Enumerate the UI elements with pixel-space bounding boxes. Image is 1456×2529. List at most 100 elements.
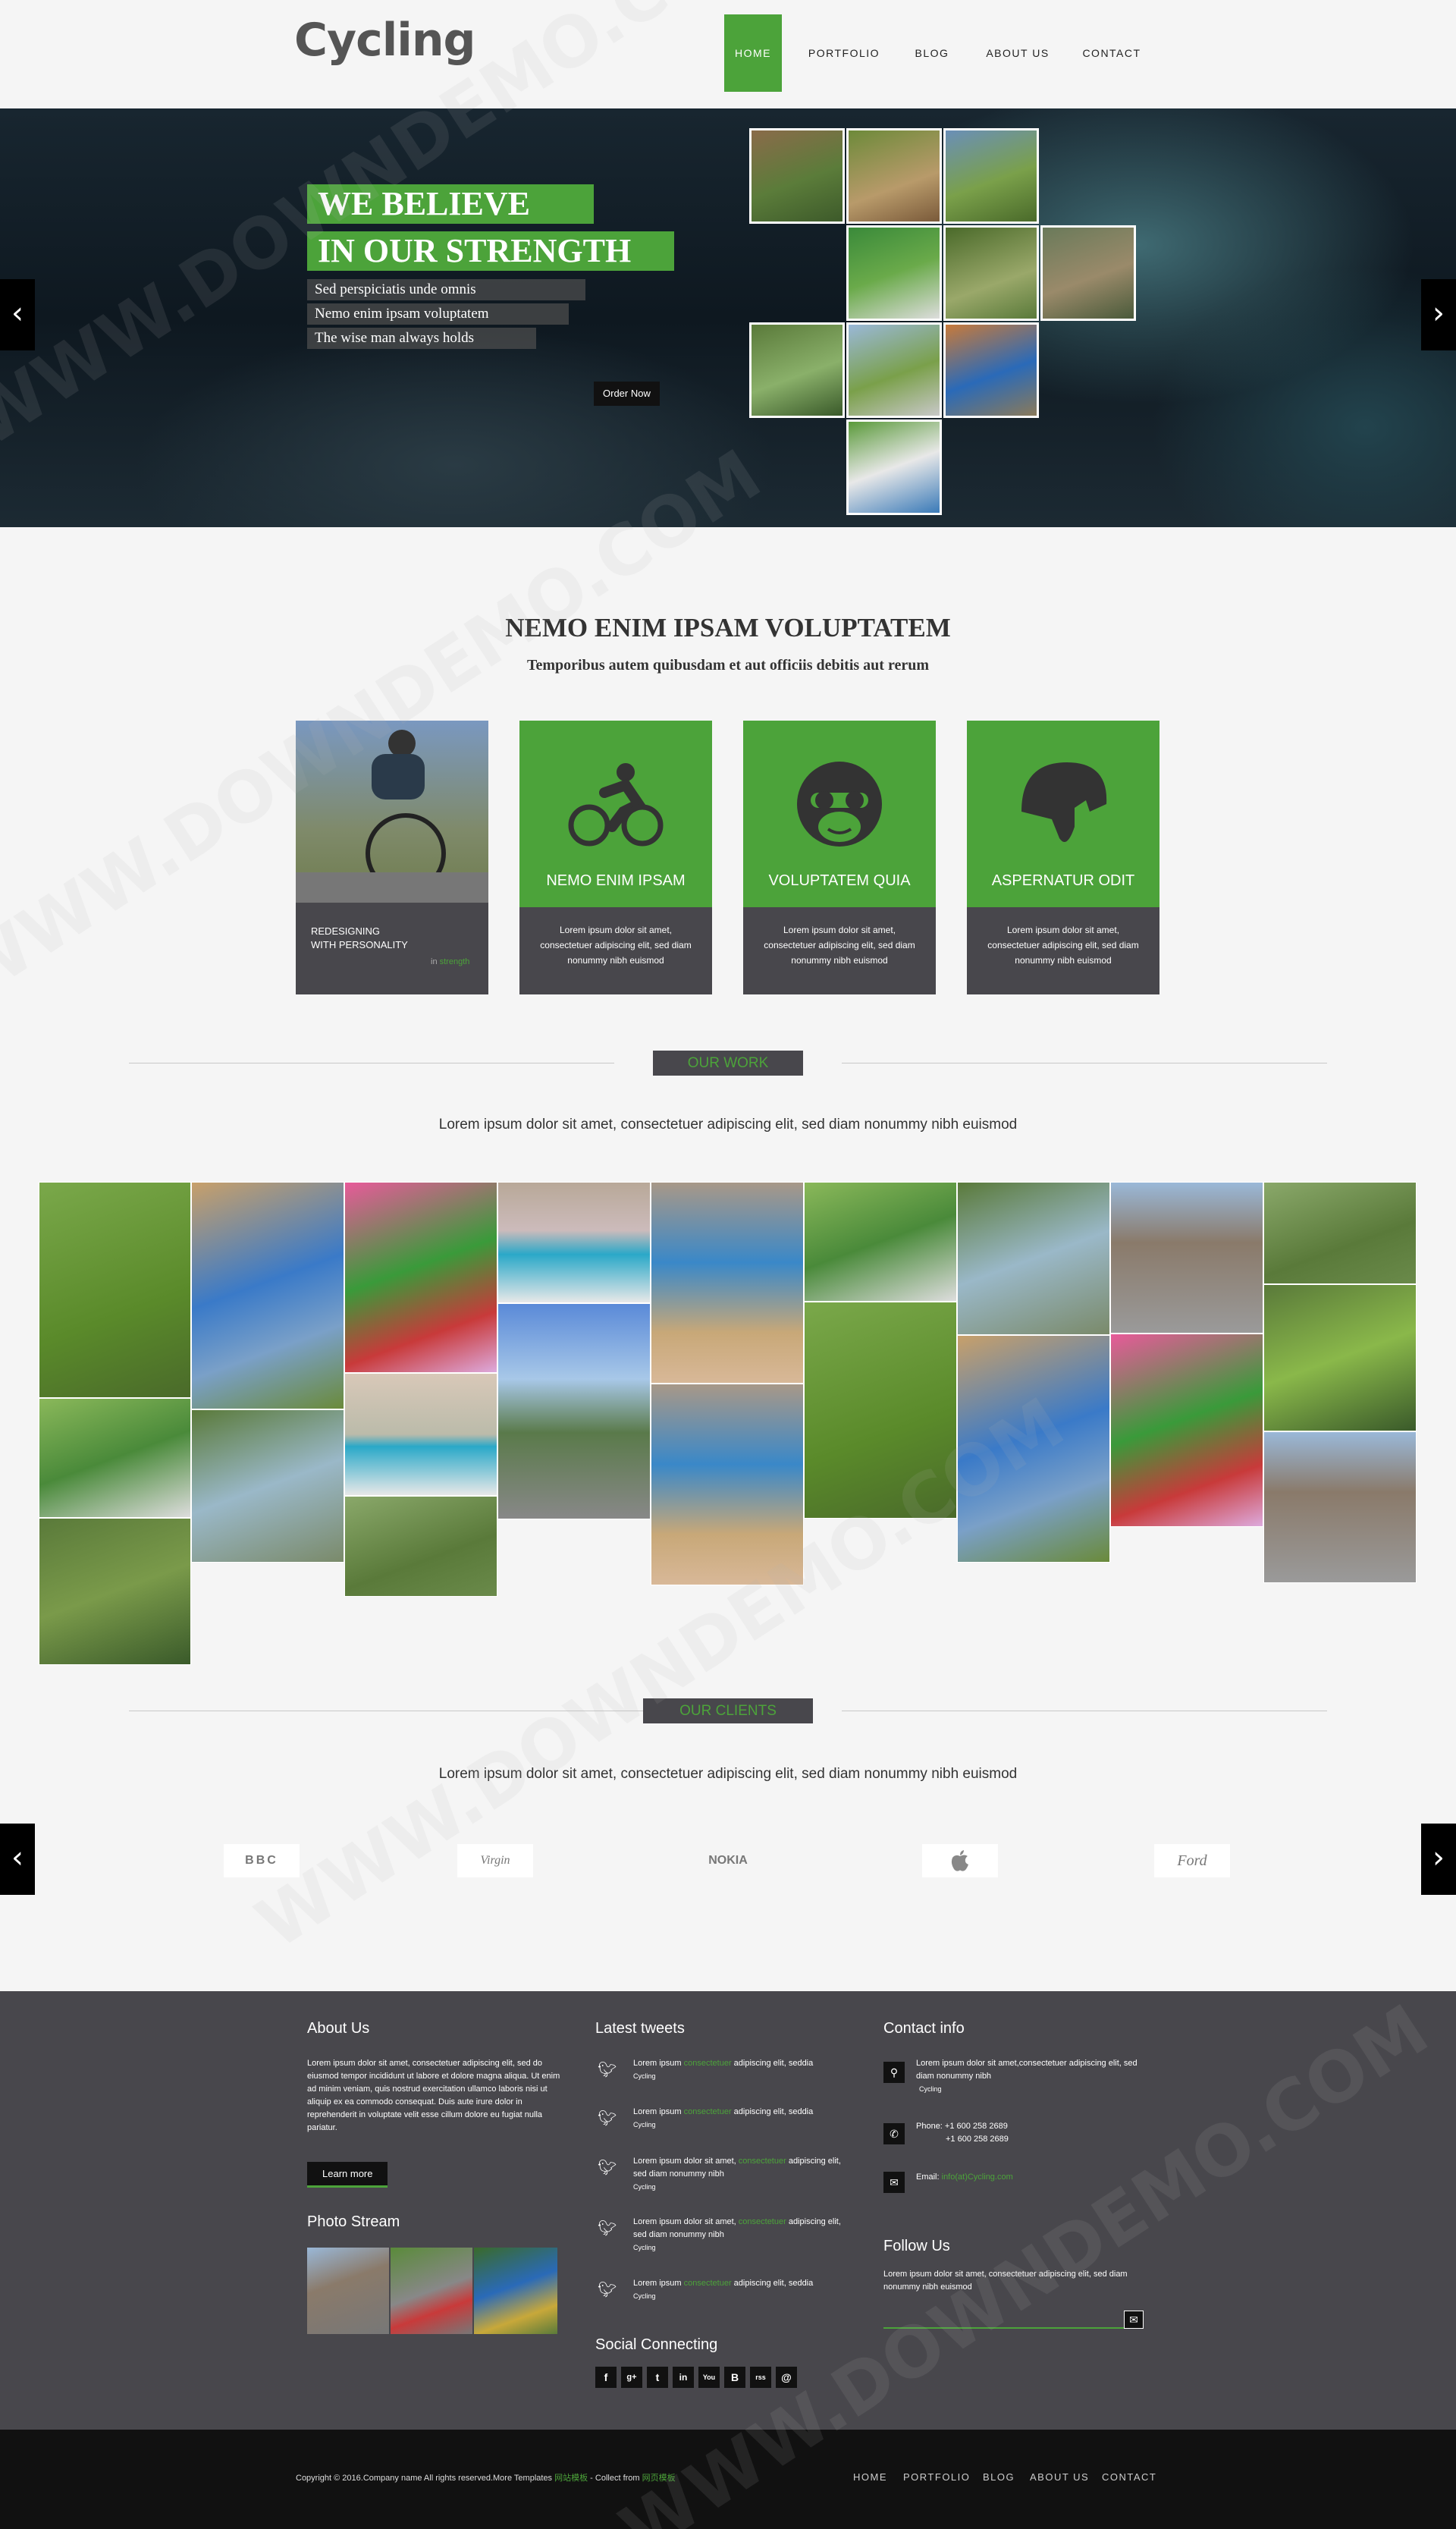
gallery-photo[interactable] — [497, 1303, 651, 1519]
social-title: Social Connecting — [595, 2336, 718, 2353]
gallery-photo[interactable] — [497, 1182, 651, 1303]
clients-next-arrow-icon[interactable]: › — [1421, 1824, 1456, 1895]
photo-stream-image[interactable] — [307, 2248, 389, 2334]
gallery-photo[interactable] — [957, 1182, 1110, 1335]
google-plus-icon[interactable]: g+ — [621, 2367, 642, 2388]
gallery-photo[interactable] — [1263, 1284, 1417, 1431]
twitter-icon: 🐦︎ — [598, 2160, 617, 2176]
helmet-face-icon — [797, 762, 882, 847]
feature-card-text: Lorem ipsum dolor sit amet, consectetuer… — [519, 907, 712, 994]
hero-photo-tile — [749, 128, 845, 224]
twitter-icon: 🐦︎ — [598, 2220, 617, 2237]
gallery-photo[interactable] — [804, 1182, 957, 1302]
whatsapp-icon: ✆ — [883, 2123, 905, 2144]
hero-line-3: The wise man always holds — [307, 328, 536, 349]
about-title: About Us — [307, 2020, 370, 2037]
work-lead-text: Lorem ipsum dolor sit amet, consectetuer… — [438, 1117, 1018, 1133]
gallery-photo[interactable] — [344, 1496, 497, 1597]
client-logo-ford[interactable]: Ford — [1154, 1844, 1230, 1877]
hero-prev-arrow-icon[interactable]: ‹ — [0, 279, 35, 350]
photo-card-tag: in strength — [431, 957, 470, 966]
tweets-title: Latest tweets — [595, 2020, 685, 2037]
apple-logo-icon — [951, 1850, 968, 1871]
tweet-item: Lorem ipsum consectetuer adipiscing elit… — [633, 2059, 814, 2080]
gallery-photo[interactable] — [39, 1398, 191, 1518]
gallery-photo[interactable] — [191, 1409, 344, 1563]
photo-stream-image[interactable] — [474, 2248, 557, 2334]
footer-nav-portfolio[interactable]: PORTFOLIO — [903, 2471, 970, 2483]
photo-stream-image[interactable] — [391, 2248, 472, 2334]
site-header: Cycling HOME PORTFOLIO BLOG ABOUT US CON… — [0, 0, 1456, 108]
blogger-icon[interactable]: B — [724, 2367, 745, 2388]
tweet-item: Lorem ipsum consectetuer adipiscing elit… — [633, 2279, 814, 2300]
our-work-label: OUR WORK — [653, 1051, 803, 1076]
order-now-button[interactable]: Order Now — [594, 382, 660, 406]
hero-photo-tile — [943, 322, 1039, 418]
site-logo[interactable]: Cycling — [294, 14, 476, 67]
feature-card-title: ASPERNATUR ODIT — [991, 872, 1135, 889]
feature-card-text: Lorem ipsum dolor sit amet, consectetuer… — [743, 907, 936, 994]
hero-photo-tile — [846, 419, 942, 515]
about-text: Lorem ipsum dolor sit amet, consectetuer… — [307, 2059, 560, 2132]
twitter-icon: 🐦︎ — [598, 2110, 617, 2127]
section-subtitle: Temporibus autem quibusdam et aut offici… — [526, 657, 930, 674]
feature-card-text: Lorem ipsum dolor sit amet, consectetuer… — [967, 907, 1159, 994]
gallery-photo[interactable] — [39, 1518, 191, 1665]
gallery-photo[interactable] — [651, 1182, 804, 1384]
footer-nav-blog[interactable]: BLOG — [983, 2471, 1015, 2483]
gallery-photo[interactable] — [1110, 1182, 1263, 1334]
learn-more-button[interactable]: Learn more — [307, 2162, 388, 2188]
client-logo-nokia[interactable]: NOKIA — [690, 1844, 766, 1877]
tweet-item: Lorem ipsum consectetuer adipiscing elit… — [633, 2107, 814, 2128]
helmet-icon — [1021, 762, 1107, 842]
feature-card-title: VOLUPTATEM QUIA — [768, 872, 911, 889]
map-pin-icon: ⚲ — [883, 2062, 905, 2083]
newsletter-submit-icon[interactable]: ✉ — [1124, 2311, 1144, 2329]
gallery-photo[interactable] — [39, 1182, 191, 1398]
gallery-photo[interactable] — [344, 1373, 497, 1496]
footer-nav-contact[interactable]: CONTACT — [1102, 2471, 1156, 2483]
gallery-photo[interactable] — [1263, 1182, 1417, 1284]
rss-icon[interactable]: rss — [750, 2367, 771, 2388]
hero-photo-tile — [846, 128, 942, 224]
hero-next-arrow-icon[interactable]: › — [1421, 279, 1456, 350]
clients-lead-text: Lorem ipsum dolor sit amet, consectetuer… — [438, 1766, 1018, 1782]
clients-prev-arrow-icon[interactable]: ‹ — [0, 1824, 35, 1895]
photo-stream-title: Photo Stream — [307, 2213, 400, 2230]
photo-card-line-2: WITH PERSONALITY — [311, 939, 408, 950]
client-logo-apple[interactable] — [922, 1844, 998, 1877]
footer-nav-home[interactable]: HOME — [853, 2471, 887, 2483]
footer-nav-about-us[interactable]: ABOUT US — [1030, 2471, 1089, 2483]
tweet-item: Lorem ipsum dolor sit amet, consectetuer… — [633, 2217, 841, 2251]
gallery-photo[interactable] — [1110, 1334, 1263, 1527]
hero-line-2: Nemo enim ipsam voluptatem — [307, 303, 569, 325]
youtube-icon[interactable]: You — [698, 2367, 720, 2388]
nav-home[interactable]: HOME — [724, 14, 782, 92]
linkedin-icon[interactable]: in — [673, 2367, 694, 2388]
section-title: NEMO ENIM IPSAM VOLUPTATEM — [505, 613, 951, 642]
photo-card-line-1: REDESIGNING — [311, 925, 381, 937]
gallery-photo[interactable] — [344, 1182, 497, 1373]
follow-title: Follow Us — [883, 2238, 950, 2254]
nav-about-us[interactable]: ABOUT US — [978, 14, 1057, 92]
hero-photo-tile — [1040, 225, 1136, 321]
contact-phone: Phone: +1 600 258 2689 +1 600 258 2689 — [916, 2122, 1009, 2144]
nav-portfolio[interactable]: PORTFOLIO — [802, 14, 886, 92]
gallery-photo[interactable] — [191, 1182, 344, 1409]
facebook-icon[interactable]: f — [595, 2367, 617, 2388]
gallery-photo[interactable] — [1263, 1431, 1417, 1583]
feature-card-3[interactable]: ASPERNATUR ODIT Lorem ipsum dolor sit am… — [967, 721, 1159, 994]
feature-card-title: NEMO ENIM IPSAM — [546, 872, 686, 889]
feature-card-1[interactable]: NEMO ENIM IPSAM Lorem ipsum dolor sit am… — [519, 721, 712, 994]
nav-blog[interactable]: BLOG — [906, 14, 958, 92]
hero-photo-tile — [846, 225, 942, 321]
hero-photo-tile — [749, 322, 845, 418]
nav-contact[interactable]: CONTACT — [1078, 14, 1146, 92]
twitter-icon: 🐦︎ — [598, 2062, 617, 2078]
tumblr-icon[interactable]: t — [647, 2367, 668, 2388]
cyclist-icon — [568, 763, 664, 847]
client-logo-virgin[interactable]: Virgin — [457, 1844, 533, 1877]
feature-card-2[interactable]: VOLUPTATEM QUIA Lorem ipsum dolor sit am… — [743, 721, 936, 994]
hero-headline-2: IN OUR STRENGTH — [307, 231, 674, 271]
hero-photo-tile — [943, 225, 1039, 321]
